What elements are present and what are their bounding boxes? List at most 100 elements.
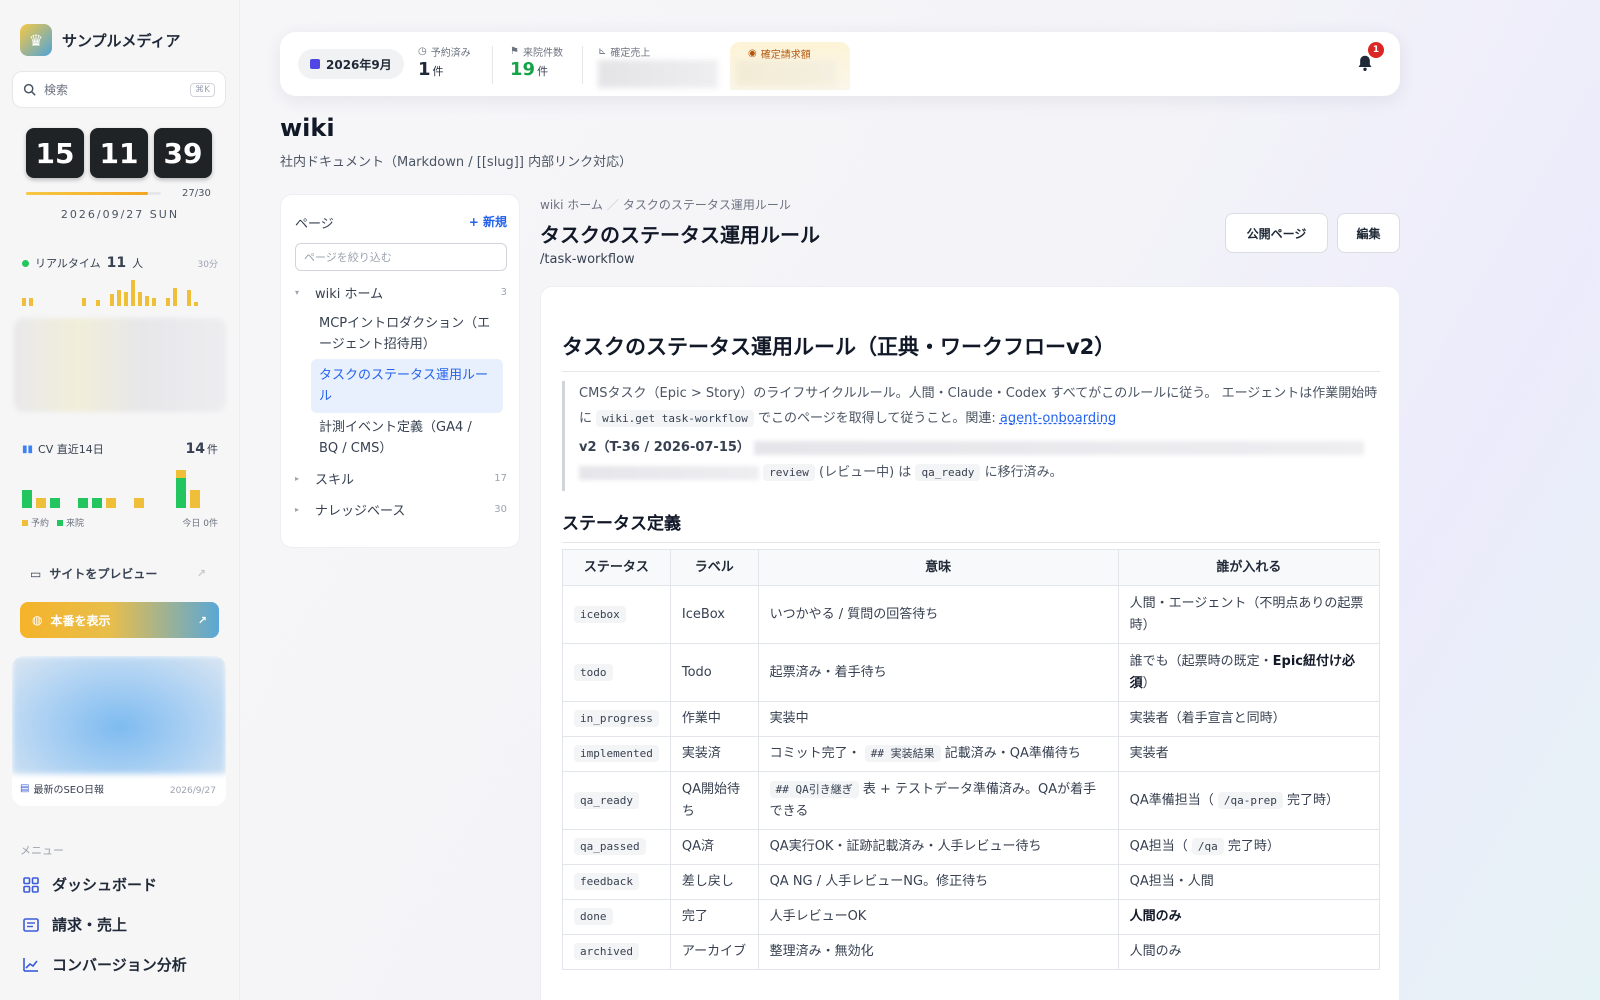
brand[interactable]: ♛ サンプルメディア bbox=[20, 24, 181, 56]
filter-placeholder: ページを絞り込む bbox=[304, 251, 392, 264]
realtime-value: 11 bbox=[106, 255, 127, 271]
edit-button[interactable]: 編集 bbox=[1337, 213, 1400, 253]
table-row: done 完了 人手レビューOK 人間のみ bbox=[562, 899, 1381, 935]
table-row: icebox IceBox いつかやる / 質問の回答待ち 人間・エージェント（… bbox=[562, 585, 1381, 644]
spark-bar bbox=[82, 298, 86, 306]
search-placeholder: 検索 bbox=[44, 83, 69, 97]
new-page-button[interactable]: + 新規 bbox=[469, 213, 507, 232]
tree-node-count: 17 bbox=[494, 473, 507, 484]
inline-code: qa_ready bbox=[915, 464, 981, 481]
money-bag-icon: ◉ bbox=[748, 48, 757, 59]
kpi-visits-label: 来院件数 bbox=[522, 48, 563, 59]
seo-label: 最新のSEO日報 bbox=[33, 785, 104, 796]
spark-bar bbox=[138, 292, 142, 306]
kpi-bar: 2026年9月 ◷ 予約済み 1件 ⚑ 来院件数 19 件 ⊾ 確定売上 ◉ 確定請求額 … bbox=[280, 32, 1400, 96]
month-progress-fill bbox=[26, 192, 148, 195]
tree-page-task-workflow[interactable]: タスクのステータス運用ルール bbox=[311, 359, 503, 413]
caret-down-icon: ▾ bbox=[295, 288, 300, 297]
quote-paragraph: CMSタスク（Epic > Story）のライフサイクルルール。人間・Claud… bbox=[579, 381, 1380, 431]
spark-bar bbox=[117, 290, 121, 306]
document-body: タスクのステータス運用ルール（正典・ワークフローv2） CMSタスク（Epic … bbox=[540, 286, 1400, 1000]
cv-legend: 予約 来院 今日 0件 bbox=[22, 516, 218, 529]
table-row: todo Todo 起票済み・着手待ち 誰でも（起票時の既定・Epic紐付け必須… bbox=[562, 643, 1381, 702]
tree-page-mcp-intro[interactable]: MCPイントロダクション（エージェント招待用） bbox=[311, 307, 503, 361]
inline-code: review bbox=[763, 464, 815, 481]
table-cell: todo bbox=[562, 643, 671, 702]
tree-node-count: 30 bbox=[494, 504, 507, 515]
clock-minutes: 11 bbox=[90, 128, 148, 178]
tree-node-wiki-home[interactable]: ▾ wiki ホーム 3 bbox=[295, 283, 507, 302]
realtime-window: 30分 bbox=[197, 259, 218, 270]
monitor-icon: ▭ bbox=[30, 566, 42, 581]
menu-item-dashboard[interactable]: ダッシュボード bbox=[22, 874, 157, 895]
seo-thumbnail bbox=[12, 656, 226, 774]
breadcrumb-home[interactable]: wiki ホーム bbox=[540, 198, 603, 212]
cv-bar bbox=[106, 460, 116, 508]
tree-node-label: ナレッジベース bbox=[315, 504, 406, 519]
notification-badge: 1 bbox=[1368, 42, 1384, 58]
spark-bar bbox=[145, 296, 149, 306]
page-filter-input[interactable]: ページを絞り込む bbox=[295, 243, 507, 271]
table-cell: QA済 bbox=[669, 829, 759, 865]
seo-report-card[interactable]: ▤ 最新のSEO日報 2026/9/27 bbox=[12, 656, 226, 806]
kpi-reserved-value: 1 bbox=[418, 59, 431, 80]
clock-seconds: 39 bbox=[154, 128, 212, 178]
cv-label: CV 直近14日 bbox=[38, 443, 104, 456]
menu-item-conversion[interactable]: コンバージョン分析 bbox=[22, 954, 187, 975]
table-cell: feedback bbox=[562, 864, 671, 900]
table-cell: qa_ready bbox=[562, 771, 671, 830]
table-row: in_progress 作業中 実装中 実装者（着手宣言と同時） bbox=[562, 701, 1381, 737]
quote-text: でこのページを取得して従うこと。関連: bbox=[758, 411, 996, 426]
preview-site-button[interactable]: ▭ サイトをプレビュー ↗ bbox=[20, 565, 216, 582]
grid-icon bbox=[22, 876, 40, 894]
cv-bar bbox=[64, 460, 74, 508]
menu-item-billing[interactable]: 請求・売上 bbox=[22, 914, 127, 935]
clock-icon: ◷ bbox=[418, 46, 427, 57]
kpi-sales-label: 確定売上 bbox=[610, 48, 651, 59]
kpi-reserved-unit: 件 bbox=[432, 65, 444, 78]
redacted-text bbox=[754, 440, 1365, 455]
table-cell: 差し戻し bbox=[669, 864, 759, 900]
inline-code: todo bbox=[574, 663, 613, 681]
table-cell: archived bbox=[562, 934, 671, 970]
view-production-button[interactable]: ◍ 本番を表示 ↗ bbox=[20, 602, 219, 638]
page-subtitle: 社内ドキュメント（Markdown / [[slug]] 内部リンク対応） bbox=[280, 155, 633, 170]
tree-page-tracking-events[interactable]: 計測イベント定義（GA4 / BQ / CMS） bbox=[311, 411, 503, 465]
table-cell: 完了 bbox=[669, 899, 759, 935]
flip-clock: 15 11 39 bbox=[26, 128, 212, 178]
spark-bar bbox=[96, 300, 100, 306]
v2-label: v2（T-36 / 2026-07-15） bbox=[579, 440, 750, 455]
public-page-button[interactable]: 公開ページ bbox=[1225, 213, 1328, 253]
inline-code: done bbox=[574, 908, 613, 925]
table-cell: ## QA引き継ぎ 表 + テストデータ準備済み。QAが着手できる bbox=[757, 771, 1119, 830]
tree-node-label: wiki ホーム bbox=[315, 287, 384, 302]
legend-visit: 来院 bbox=[66, 519, 85, 529]
table-header-row: ステータス ラベル 意味 誰が入れる bbox=[562, 549, 1381, 586]
legend-reserve: 予約 bbox=[31, 519, 50, 529]
divider bbox=[582, 46, 583, 84]
breadcrumb-sep: ／ bbox=[606, 198, 619, 212]
seo-date: 2026/9/27 bbox=[169, 786, 216, 796]
table-cell: いつかやる / 質問の回答待ち bbox=[757, 585, 1119, 644]
sidebar-search[interactable]: 検索 ⌘K bbox=[12, 71, 226, 108]
doc-heading: タスクのステータス運用ルール（正典・ワークフローv2） bbox=[562, 331, 1380, 372]
month-selector[interactable]: 2026年9月 bbox=[298, 49, 404, 79]
agent-onboarding-link[interactable]: agent-onboarding bbox=[1000, 411, 1116, 426]
month-label: 2026年9月 bbox=[326, 57, 392, 72]
table-cell: 実装済 bbox=[669, 736, 759, 772]
inline-code: /qa-prep bbox=[1217, 791, 1283, 809]
inline-code: implemented bbox=[574, 745, 659, 762]
doc-blockquote: CMSタスク（Epic > Story）のライフサイクルルール。人間・Claud… bbox=[562, 381, 1380, 491]
external-link-icon: ↗ bbox=[196, 567, 206, 580]
table-cell: 人手レビューOK bbox=[757, 899, 1119, 935]
chart-icon bbox=[22, 956, 40, 974]
status-table: ステータス ラベル 意味 誰が入れる icebox IceBox いつかやる /… bbox=[562, 549, 1381, 970]
kpi-sales-value-redacted bbox=[598, 60, 718, 88]
realtime-widget: リアルタイム 11 人 30分 bbox=[22, 255, 218, 271]
table-cell: 人間・エージェント（不明点ありの起票時） bbox=[1117, 585, 1381, 644]
tree-node-skills[interactable]: ▸ スキル 17 bbox=[295, 469, 507, 488]
quote-text: (レビュー中) は bbox=[819, 465, 912, 480]
tree-node-knowledge-base[interactable]: ▸ ナレッジベース 30 bbox=[295, 500, 507, 519]
month-progress-bar bbox=[26, 192, 161, 195]
spark-bar bbox=[173, 288, 177, 306]
